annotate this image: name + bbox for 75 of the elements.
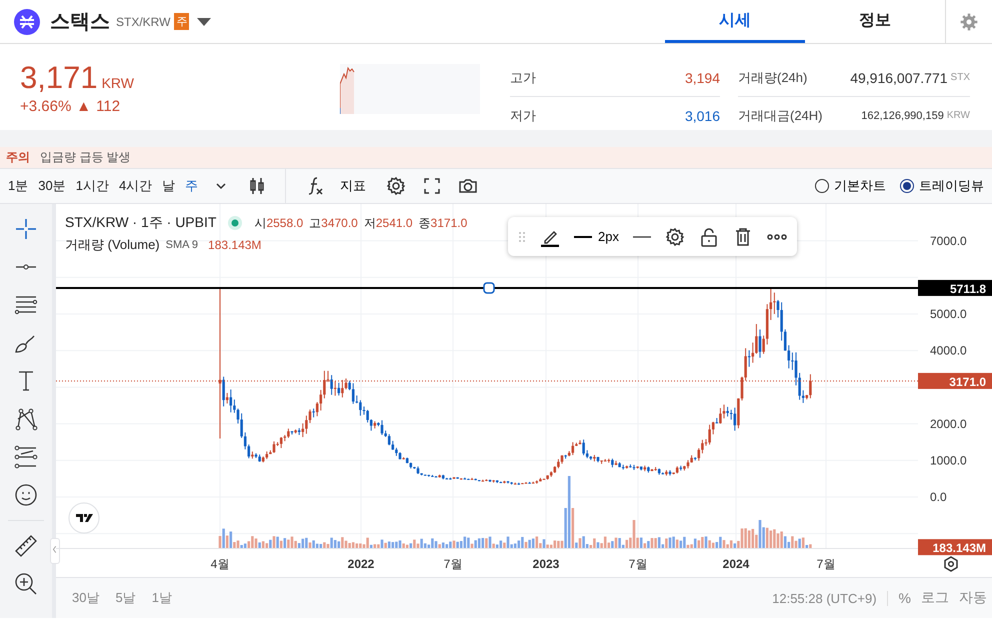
stat-value: 49,916,007.771 bbox=[850, 70, 948, 86]
fullscreen-icon[interactable] bbox=[422, 176, 442, 196]
stat-value: 3,016 bbox=[684, 108, 720, 124]
ohlc-value: 종3171.0 bbox=[418, 214, 468, 232]
market-pair: STX/KRW bbox=[116, 14, 170, 28]
caret-icon[interactable] bbox=[197, 18, 212, 26]
price-tick: 1000.0 bbox=[930, 453, 967, 468]
settings-icon[interactable] bbox=[944, 556, 958, 572]
alert-tag: 주의 bbox=[6, 149, 30, 166]
ruler-icon[interactable] bbox=[13, 533, 39, 559]
pattern-icon[interactable] bbox=[13, 406, 39, 432]
settings-icon[interactable] bbox=[386, 176, 406, 196]
zoom-in-icon[interactable] bbox=[13, 571, 39, 597]
sma-label: SMA 9 bbox=[166, 239, 198, 251]
coin-name: 스택스 bbox=[50, 10, 110, 35]
stat-value: 162,126,990,159 bbox=[861, 110, 944, 122]
interval-button[interactable]: 30분 bbox=[33, 173, 71, 199]
stat-unit: KRW bbox=[946, 110, 970, 121]
price-tick: 5000.0 bbox=[930, 307, 967, 321]
chart-logo-icon[interactable] bbox=[68, 502, 100, 534]
chart-mode-radio[interactable]: 기본차트 bbox=[815, 177, 886, 195]
volume-value: 183.143M bbox=[208, 238, 262, 252]
time-tick: 4월 bbox=[210, 557, 230, 571]
time-tick: 2024 bbox=[722, 557, 750, 571]
time-tick: 2022 bbox=[348, 557, 374, 571]
interval-button[interactable]: 1분 bbox=[3, 173, 34, 199]
stat-label: 저가 bbox=[510, 106, 536, 124]
price-tick: 2000.0 bbox=[930, 416, 967, 431]
smiley-icon[interactable] bbox=[13, 482, 39, 508]
ohlc-value: 고3470.0 bbox=[309, 214, 358, 232]
ohlc-value: 저2541.0 bbox=[364, 214, 413, 232]
stat-unit: STX bbox=[950, 72, 970, 83]
chart-mode-radio[interactable]: 트레이딩뷰 bbox=[900, 177, 984, 195]
price-tick: 4000.0 bbox=[930, 344, 967, 358]
time-tick: 7월 bbox=[444, 557, 462, 571]
time-tick: 7월 bbox=[816, 557, 836, 571]
interval-button[interactable]: 날 bbox=[157, 173, 180, 199]
tab[interactable]: 시세 bbox=[665, 0, 805, 43]
ohlc-value: 시2558.0 bbox=[254, 214, 304, 232]
stat-label: 거래량(24h) bbox=[738, 68, 808, 86]
interval-button[interactable]: 1시간 bbox=[70, 173, 114, 199]
volume-label: 거래량 (Volume) bbox=[65, 236, 160, 254]
price-tick: 7000.0 bbox=[930, 234, 967, 248]
change-percent: +3.66% bbox=[20, 98, 72, 115]
coin-logo-icon bbox=[14, 8, 40, 34]
interval-button[interactable]: 주 bbox=[180, 173, 204, 199]
line-style-icon[interactable] bbox=[632, 236, 651, 238]
price-label: 5711.8 bbox=[918, 280, 992, 296]
change-arrow: ▲ bbox=[76, 98, 92, 115]
alert-message: 입금량 급등 발생 bbox=[40, 149, 131, 166]
unlock-icon[interactable] bbox=[698, 226, 719, 246]
chart-symbol-title: STX/KRW · 1주 · UPBIT bbox=[65, 214, 216, 232]
stat-label: 고가 bbox=[510, 68, 536, 86]
time-tick: 7월 bbox=[628, 557, 648, 571]
price-label: 183.143M bbox=[918, 539, 992, 556]
current-price: 3,171 bbox=[20, 60, 98, 96]
indicators-button[interactable]: 지표 bbox=[292, 175, 372, 197]
change-amount: 112 bbox=[96, 98, 120, 115]
price-tick: 0.0 bbox=[930, 490, 947, 504]
tab[interactable]: 정보 bbox=[805, 0, 945, 43]
settings-icon[interactable] bbox=[664, 226, 685, 246]
stat-value: 3,194 bbox=[684, 70, 720, 86]
clock-time: 12:55:28 (UTC+9) bbox=[772, 590, 888, 606]
crosshair-icon[interactable] bbox=[13, 216, 39, 242]
status-dot-icon bbox=[228, 216, 242, 230]
warning-badge: 주 bbox=[174, 13, 190, 30]
collapse-handle[interactable] bbox=[50, 538, 60, 564]
prediction-icon[interactable] bbox=[13, 444, 39, 470]
line-icon bbox=[574, 236, 592, 238]
line-width-button[interactable]: 2px bbox=[574, 229, 619, 244]
interval-button[interactable]: 4시간 bbox=[114, 173, 158, 199]
time-tick: 2023 bbox=[532, 557, 560, 571]
stat-label: 거래대금(24H) bbox=[738, 106, 823, 124]
price-label: 3171.0 bbox=[918, 372, 992, 389]
currency-unit: KRW bbox=[102, 75, 134, 91]
